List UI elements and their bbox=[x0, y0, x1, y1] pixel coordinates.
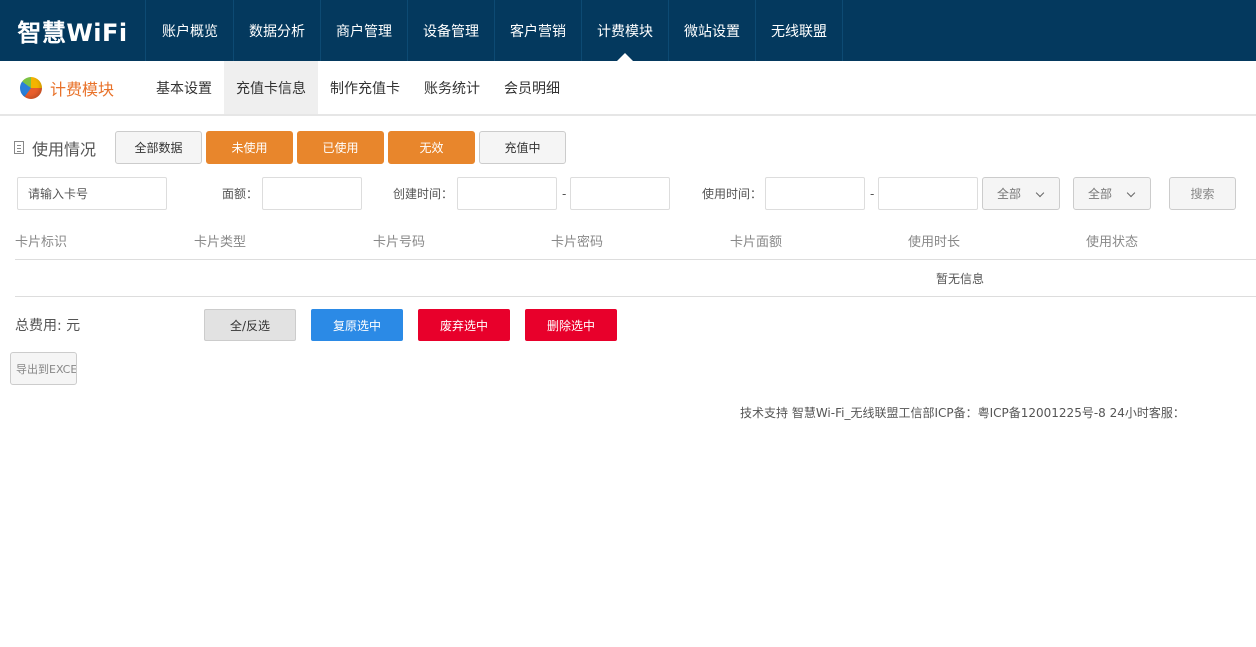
create-time-start-input[interactable] bbox=[457, 177, 557, 210]
nav-account-overview[interactable]: 账户概览 bbox=[147, 0, 234, 61]
export-excel-button[interactable]: 导出到EXCEL bbox=[10, 352, 77, 385]
nav-microsite-settings[interactable]: 微站设置 bbox=[669, 0, 756, 61]
module-header: 计费模块 bbox=[20, 61, 114, 114]
amount-label: 面额： bbox=[222, 187, 259, 201]
usage-section-label: 使用情况 bbox=[14, 131, 96, 164]
search-button[interactable]: 搜索 bbox=[1169, 177, 1236, 210]
module-title: 计费模块 bbox=[50, 79, 115, 99]
create-time-separator: - bbox=[562, 186, 567, 201]
nav-billing-module[interactable]: 计费模块 bbox=[582, 0, 669, 61]
pie-chart-icon bbox=[20, 76, 42, 99]
nav-customer-marketing[interactable]: 客户营销 bbox=[495, 0, 582, 61]
filter-all-data-button[interactable]: 全部数据 bbox=[115, 131, 202, 164]
table-body: 暂无信息 bbox=[15, 260, 1256, 297]
module-tabs: 基本设置 充值卡信息 制作充值卡 账务统计 会员明细 bbox=[144, 61, 572, 114]
empty-message: 暂无信息 bbox=[936, 271, 985, 286]
footer-copyright: 技术支持 智慧Wi-Fi_无线联盟工信部ICP备：粤ICP备12001225号-… bbox=[740, 406, 1185, 420]
filter-invalid-button[interactable]: 无效 bbox=[388, 131, 475, 164]
filter-used-button[interactable]: 已使用 bbox=[297, 131, 384, 164]
chevron-down-icon bbox=[1035, 188, 1045, 198]
status-select[interactable]: 全部 bbox=[982, 177, 1060, 210]
discard-selected-button[interactable]: 废弃选中 bbox=[418, 309, 510, 341]
create-time-label: 创建时间： bbox=[393, 187, 454, 201]
nav-wireless-alliance[interactable]: 无线联盟 bbox=[756, 0, 843, 61]
tab-make-recharge-card[interactable]: 制作充值卡 bbox=[318, 61, 412, 114]
col-card-denomination[interactable]: 卡片面额 bbox=[730, 222, 782, 259]
create-time-end-input[interactable] bbox=[570, 177, 670, 210]
sub-navbar: 计费模块 基本设置 充值卡信息 制作充值卡 账务统计 会员明细 bbox=[0, 61, 1256, 116]
use-time-label: 使用时间： bbox=[702, 187, 763, 201]
main-nav: 账户概览 数据分析 商户管理 设备管理 客户营销 计费模块 微站设置 无线联盟 bbox=[147, 0, 843, 61]
status-select-value: 全部 bbox=[997, 187, 1022, 201]
tab-account-statistics[interactable]: 账务统计 bbox=[412, 61, 492, 114]
brand-logo[interactable]: 智慧WiFi bbox=[0, 0, 146, 61]
tab-recharge-card-info[interactable]: 充值卡信息 bbox=[224, 61, 318, 114]
restore-selected-button[interactable]: 复原选中 bbox=[311, 309, 403, 341]
col-card-password[interactable]: 卡片密码 bbox=[551, 222, 603, 259]
col-usage-duration[interactable]: 使用时长 bbox=[908, 222, 960, 259]
table-header: 卡片标识 卡片类型 卡片号码 卡片密码 卡片面额 使用时长 使用状态 bbox=[15, 222, 1256, 260]
nav-device-management[interactable]: 设备管理 bbox=[408, 0, 495, 61]
filter-unused-button[interactable]: 未使用 bbox=[206, 131, 293, 164]
delete-selected-button[interactable]: 删除选中 bbox=[525, 309, 617, 341]
type-select[interactable]: 全部 bbox=[1073, 177, 1151, 210]
nav-data-analysis[interactable]: 数据分析 bbox=[234, 0, 321, 61]
toggle-select-all-button[interactable]: 全/反选 bbox=[204, 309, 296, 341]
chevron-down-icon bbox=[1126, 188, 1136, 198]
use-time-end-input[interactable] bbox=[878, 177, 978, 210]
tab-basic-settings[interactable]: 基本设置 bbox=[144, 61, 224, 114]
total-cost-label: 总费用: 元 bbox=[15, 318, 81, 334]
use-time-start-input[interactable] bbox=[765, 177, 865, 210]
filter-recharging-button[interactable]: 充值中 bbox=[479, 131, 566, 164]
use-time-separator: - bbox=[870, 186, 875, 201]
usage-label-text: 使用情况 bbox=[32, 139, 97, 159]
nav-merchant-management[interactable]: 商户管理 bbox=[321, 0, 408, 61]
card-number-input[interactable] bbox=[17, 177, 167, 210]
type-select-value: 全部 bbox=[1088, 187, 1113, 201]
top-navbar: 智慧WiFi 账户概览 数据分析 商户管理 设备管理 客户营销 计费模块 微站设… bbox=[0, 0, 1256, 61]
col-usage-status[interactable]: 使用状态 bbox=[1086, 222, 1138, 259]
col-card-id[interactable]: 卡片标识 bbox=[15, 222, 67, 259]
col-card-type[interactable]: 卡片类型 bbox=[194, 222, 246, 259]
col-card-number[interactable]: 卡片号码 bbox=[373, 222, 425, 259]
tab-member-details[interactable]: 会员明细 bbox=[492, 61, 572, 114]
document-icon bbox=[14, 141, 24, 154]
amount-input[interactable] bbox=[262, 177, 362, 210]
